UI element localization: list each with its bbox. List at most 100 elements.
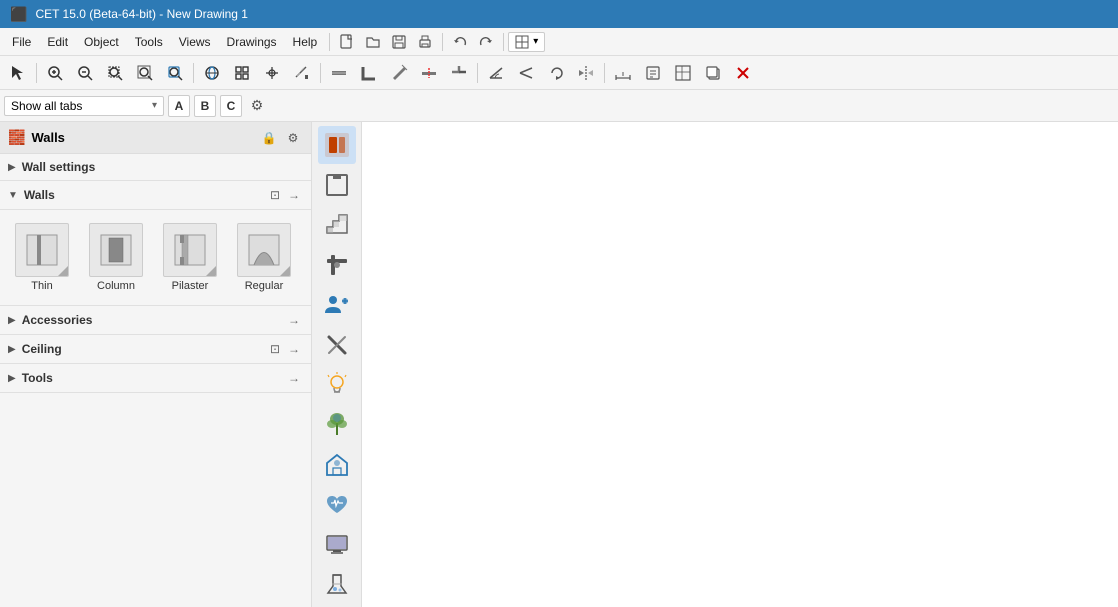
wall-l-button[interactable]	[355, 59, 383, 87]
menu-drawings[interactable]: Drawings	[219, 31, 285, 53]
redo-button[interactable]	[473, 31, 499, 53]
wall-edit-button[interactable]	[385, 59, 413, 87]
canvas-area[interactable]	[362, 122, 1118, 607]
new-file-button[interactable]	[334, 31, 360, 53]
menu-separator-1	[329, 33, 330, 51]
strip-add-person-button[interactable]	[318, 286, 356, 324]
accessories-chevron: ▶	[8, 315, 16, 326]
wall-split-button[interactable]	[415, 59, 443, 87]
panel-settings-button[interactable]: ⚙	[283, 128, 303, 148]
delete-button[interactable]	[729, 59, 757, 87]
wall-item-column[interactable]: Column	[82, 218, 150, 297]
strip-lighting-button[interactable]	[318, 366, 356, 404]
tab-c[interactable]: C	[220, 95, 242, 117]
wall-settings-section[interactable]: ▶ Wall settings	[0, 154, 311, 181]
rotate-button[interactable]	[542, 59, 570, 87]
tools-action[interactable]: →	[285, 370, 303, 386]
menu-separator-2	[442, 33, 443, 51]
mirror-icon	[577, 64, 595, 82]
walls-section-actions: ⊡ →	[267, 187, 303, 203]
panel-title: Walls	[31, 130, 259, 145]
column-wall-svg	[96, 230, 136, 270]
zoom-in-button[interactable]	[41, 59, 69, 87]
strip-stairs-button[interactable]	[318, 206, 356, 244]
tab-a[interactable]: A	[168, 95, 190, 117]
zoom-out-icon	[76, 64, 94, 82]
show-all-tabs-dropdown[interactable]: Show all tabs ▾	[4, 96, 164, 116]
wall-draw-icon	[330, 64, 348, 82]
toolbar-sep-1	[36, 63, 37, 83]
walls-section-label: Walls	[24, 188, 267, 202]
ceiling-action1[interactable]: ⊡	[267, 341, 283, 357]
snap2-button[interactable]	[258, 59, 286, 87]
strip-home-button[interactable]	[318, 446, 356, 484]
menu-views[interactable]: Views	[171, 31, 219, 53]
undo-button[interactable]	[447, 31, 473, 53]
dim-button[interactable]	[609, 59, 637, 87]
angle-button[interactable]	[482, 59, 510, 87]
wall-regular-icon	[237, 223, 291, 277]
icon-strip: T	[312, 122, 362, 607]
zoom-in-icon	[46, 64, 64, 82]
viewport-dropdown[interactable]: ▾	[508, 32, 545, 52]
wall-item-regular[interactable]: Regular	[230, 218, 298, 297]
wall-item-thin[interactable]: Thin	[8, 218, 76, 297]
snap2-icon	[263, 64, 281, 82]
menu-tools[interactable]: Tools	[127, 31, 171, 53]
tools-section[interactable]: ▶ Tools →	[0, 364, 311, 393]
strip-structural-button[interactable]	[318, 166, 356, 204]
snap-button[interactable]	[228, 59, 256, 87]
angle2-icon	[517, 64, 535, 82]
menu-help[interactable]: Help	[285, 31, 326, 53]
zoom-window-button[interactable]	[101, 59, 129, 87]
accessories-action[interactable]: →	[285, 312, 303, 328]
strip-tools-button[interactable]	[318, 326, 356, 364]
orbit-button[interactable]	[198, 59, 226, 87]
select-tool-button[interactable]	[4, 59, 32, 87]
ceiling-actions: ⊡ →	[267, 341, 303, 357]
wall-item-pilaster[interactable]: Pilaster	[156, 218, 224, 297]
note-button[interactable]	[639, 59, 667, 87]
walls-section-action1[interactable]: ⊡	[267, 187, 283, 203]
strip-health-button[interactable]	[318, 486, 356, 524]
zoom-selection-button[interactable]	[161, 59, 189, 87]
wall-draw-button[interactable]	[325, 59, 353, 87]
strip-plumbing-button[interactable]	[318, 246, 356, 284]
open-file-button[interactable]	[360, 31, 386, 53]
strip-walls-button[interactable]	[318, 126, 356, 164]
menu-file[interactable]: File	[4, 31, 39, 53]
print-button[interactable]	[412, 31, 438, 53]
accessories-section[interactable]: ▶ Accessories →	[0, 306, 311, 335]
walls-section-header[interactable]: ▼ Walls ⊡ →	[0, 181, 311, 210]
orbit-icon	[203, 64, 221, 82]
measure-button[interactable]	[288, 59, 316, 87]
zoom-fit-button[interactable]	[131, 59, 159, 87]
angle-icon	[487, 64, 505, 82]
undo-icon	[452, 34, 468, 50]
tab-b[interactable]: B	[194, 95, 216, 117]
strip-lab-button[interactable]	[318, 566, 356, 604]
strip-plants-button[interactable]	[318, 406, 356, 444]
strip-add-person-icon	[323, 291, 351, 319]
ceiling-section[interactable]: ▶ Ceiling ⊡ →	[0, 335, 311, 364]
panel-lock-button[interactable]: 🔒	[259, 128, 279, 148]
walls-section-action2[interactable]: →	[285, 187, 303, 203]
wall-settings-chevron: ▶	[8, 162, 16, 173]
menu-edit[interactable]: Edit	[39, 31, 76, 53]
zoom-out-button[interactable]	[71, 59, 99, 87]
copy-button[interactable]	[699, 59, 727, 87]
angle2-button[interactable]	[512, 59, 540, 87]
menu-object[interactable]: Object	[76, 31, 127, 53]
mirror-button[interactable]	[572, 59, 600, 87]
ceiling-action2[interactable]: →	[285, 341, 303, 357]
wall-join-button[interactable]	[445, 59, 473, 87]
main-area: 🧱 Walls 🔒 ⚙ ▶ Wall settings ▼ Walls ⊡ →	[0, 122, 1118, 607]
tabs-settings-button[interactable]: ⚙	[246, 95, 268, 117]
select-icon	[9, 64, 27, 82]
save-file-button[interactable]	[386, 31, 412, 53]
app-title: CET 15.0 (Beta-64-bit) - New Drawing 1	[35, 7, 248, 21]
strip-computer-button[interactable]	[318, 526, 356, 564]
grid-button[interactable]	[669, 59, 697, 87]
sidebar-panel: 🧱 Walls 🔒 ⚙ ▶ Wall settings ▼ Walls ⊡ →	[0, 122, 312, 607]
walls-section-chevron: ▼	[8, 190, 18, 201]
